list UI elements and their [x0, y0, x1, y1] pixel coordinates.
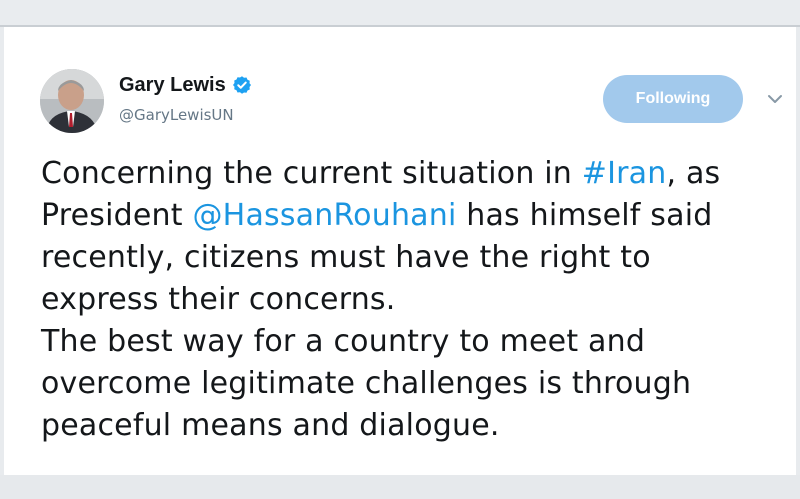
- tweet-text-segment: express their concerns.: [41, 282, 396, 317]
- tweet-text-line: overcome legitimate challenges is throug…: [41, 363, 781, 405]
- tweet-text-line: recently, citizens must have the right t…: [41, 237, 781, 279]
- tweet-text: Concerning the current situation in #Ira…: [41, 153, 781, 447]
- tweet-text-segment: , as: [666, 156, 721, 191]
- tweet-text-segment: Concerning the current situation in: [41, 156, 582, 191]
- following-button[interactable]: Following: [603, 75, 743, 123]
- tweet-text-line: express their concerns.: [41, 279, 781, 321]
- hashtag-link[interactable]: #Iran: [582, 156, 667, 191]
- tweet-text-line: The best way for a country to meet and: [41, 321, 781, 363]
- top-background-strip: [0, 0, 800, 27]
- author-display-name[interactable]: Gary Lewis: [119, 74, 226, 97]
- author-handle[interactable]: @GaryLewisUN: [119, 106, 234, 124]
- avatar-photo: [40, 69, 104, 133]
- tweet-text-segment: has himself said: [456, 198, 713, 233]
- tweet-text-segment: recently, citizens must have the right t…: [41, 240, 651, 275]
- author-name-row[interactable]: Gary Lewis: [119, 73, 252, 97]
- tweet-text-line: peaceful means and dialogue.: [41, 405, 781, 447]
- tweet-text-line: President @HassanRouhani has himself sai…: [41, 195, 781, 237]
- bottom-background-strip: [0, 475, 800, 499]
- tweet-text-segment: peaceful means and dialogue.: [41, 408, 500, 443]
- tweet-text-line: Concerning the current situation in #Ira…: [41, 153, 781, 195]
- mention-link[interactable]: @HassanRouhani: [192, 198, 456, 233]
- tweet-text-segment: The best way for a country to meet and: [41, 324, 646, 359]
- tweet-text-segment: President: [41, 198, 193, 233]
- verified-badge-icon: [232, 76, 251, 94]
- tweet-text-segment: overcome legitimate challenges is throug…: [41, 366, 692, 401]
- chevron-down-icon[interactable]: [766, 92, 784, 106]
- avatar[interactable]: [40, 69, 104, 133]
